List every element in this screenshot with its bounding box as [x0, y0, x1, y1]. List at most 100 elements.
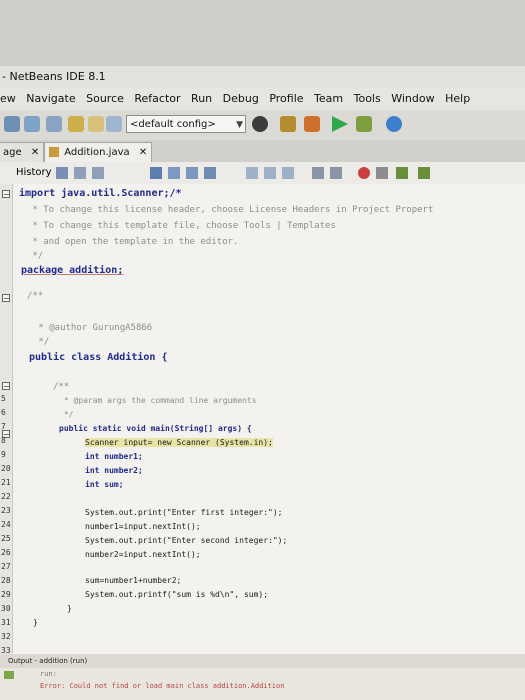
history-tab[interactable]: History [16, 162, 52, 184]
main-toolbar [0, 110, 525, 141]
start-macro-icon[interactable] [358, 167, 370, 179]
code-line: /** [53, 382, 70, 392]
chevron-down-icon: ▼ [236, 120, 243, 130]
code-line: public static void main(String[] args) { [59, 424, 252, 433]
line-number: 31 [1, 618, 11, 627]
code-line: */ [59, 410, 74, 419]
toggle-bookmark-icon[interactable] [246, 167, 258, 179]
debug-icon[interactable] [356, 116, 372, 132]
line-number: 29 [1, 590, 11, 599]
line-number: 25 [1, 534, 11, 543]
next-bookmark-icon[interactable] [282, 167, 294, 179]
stop-macro-icon[interactable] [376, 167, 388, 179]
code-line: */ [33, 337, 50, 347]
run-icon[interactable] [332, 116, 348, 132]
save-icon[interactable] [68, 116, 84, 132]
code-line: */ [27, 251, 44, 261]
menu-run[interactable]: Run [191, 92, 212, 105]
code-line: * @author GurungA5866 [33, 323, 153, 333]
build-target-icon[interactable] [252, 116, 268, 132]
output-error-line: Error: Could not find or load main class… [40, 682, 285, 690]
clean-build-icon[interactable] [304, 116, 320, 132]
code-line: /** [27, 291, 44, 301]
fold-toggle[interactable]: − [2, 294, 10, 303]
line-number: 24 [1, 520, 11, 529]
code-line: int number2; [85, 466, 143, 475]
tab-addition-java[interactable]: Addition.java ✕ [44, 142, 153, 162]
line-number: 5 [1, 394, 6, 403]
code-line: number1=input.nextInt(); [85, 522, 201, 531]
code-line: int sum; [85, 480, 124, 489]
editor-toolbar: History [0, 162, 525, 185]
redo-icon[interactable] [106, 116, 122, 132]
output-run-label: run: [40, 670, 57, 678]
line-number: 9 [1, 450, 6, 459]
previous-bookmark-icon[interactable] [264, 167, 276, 179]
editor-tab-bar: age ✕ Addition.java ✕ [0, 140, 525, 162]
menu-debug[interactable]: Debug [223, 92, 259, 105]
undo-icon[interactable] [88, 116, 104, 132]
line-number: 30 [1, 604, 11, 613]
code-line: import java.util.Scanner;/* [19, 188, 182, 199]
menu-profile[interactable]: Profile [269, 92, 303, 105]
fold-toggle[interactable]: − [2, 190, 10, 199]
forward-icon[interactable] [92, 167, 104, 179]
code-editor[interactable]: import java.util.Scanner;/* * To change … [13, 184, 525, 654]
code-line: * To change this template file, choose T… [27, 221, 336, 231]
code-line: int number1; [85, 452, 143, 461]
menu-refactor[interactable]: Refactor [134, 92, 180, 105]
output-panel: run: Error: Could not find or load main … [0, 668, 525, 700]
close-icon[interactable]: ✕ [139, 147, 147, 158]
back-icon[interactable] [74, 167, 86, 179]
comment-icon[interactable] [396, 167, 408, 179]
line-number: 7 [1, 422, 6, 431]
open-project-icon[interactable] [46, 116, 62, 132]
shift-left-icon[interactable] [312, 167, 324, 179]
new-project-icon[interactable] [24, 116, 40, 132]
line-number: 8 [1, 436, 6, 445]
java-file-icon [49, 147, 59, 157]
find-previous-icon[interactable] [168, 167, 180, 179]
window-title: - NetBeans IDE 8.1 [0, 66, 525, 88]
menu-window[interactable]: Window [391, 92, 434, 105]
shift-right-icon[interactable] [330, 167, 342, 179]
source-icon[interactable] [56, 167, 68, 179]
menu-view[interactable]: ew [0, 92, 16, 105]
code-line: System.out.print("Enter first integer:")… [85, 508, 283, 517]
tab-start-page[interactable]: age ✕ [0, 142, 45, 162]
uncomment-icon[interactable] [418, 167, 430, 179]
code-line: public class Addition { [29, 352, 168, 363]
find-next-icon[interactable] [186, 167, 198, 179]
code-line: number2=input.nextInt(); [85, 550, 201, 559]
line-number: 26 [1, 548, 11, 557]
toggle-highlight-icon[interactable] [204, 167, 216, 179]
config-dropdown[interactable]: <default config> ▼ [126, 115, 246, 133]
tab-label: age [3, 147, 22, 158]
menu-navigate[interactable]: Navigate [26, 92, 75, 105]
line-number: 32 [1, 632, 11, 641]
fold-toggle[interactable]: − [2, 382, 10, 391]
line-number: 27 [1, 562, 11, 571]
search-icon[interactable] [150, 167, 162, 179]
menu-help[interactable]: Help [445, 92, 470, 105]
output-panel-title[interactable]: Output - addition (run) [0, 654, 525, 668]
screen-top-area [0, 0, 525, 66]
new-file-icon[interactable] [4, 116, 20, 132]
menu-source[interactable]: Source [86, 92, 124, 105]
tab-label: Addition.java [64, 147, 130, 158]
build-icon[interactable] [280, 116, 296, 132]
menu-tools[interactable]: Tools [354, 92, 381, 105]
close-icon[interactable]: ✕ [31, 147, 39, 158]
line-number: 21 [1, 478, 11, 487]
code-line: sum=number1+number2; [85, 576, 182, 585]
menu-team[interactable]: Team [314, 92, 343, 105]
config-dropdown-value: <default config> [130, 119, 216, 130]
code-line: System.out.print("Enter second integer:"… [85, 536, 288, 545]
line-number: 20 [1, 464, 11, 473]
code-line: Scanner input= new Scanner (System.in); [85, 438, 273, 447]
rerun-icon[interactable] [4, 671, 14, 679]
code-line: * To change this license header, choose … [27, 205, 434, 215]
line-number: 23 [1, 506, 11, 515]
code-line: * and open the template in the editor. [27, 237, 239, 247]
profile-icon[interactable] [386, 116, 402, 132]
